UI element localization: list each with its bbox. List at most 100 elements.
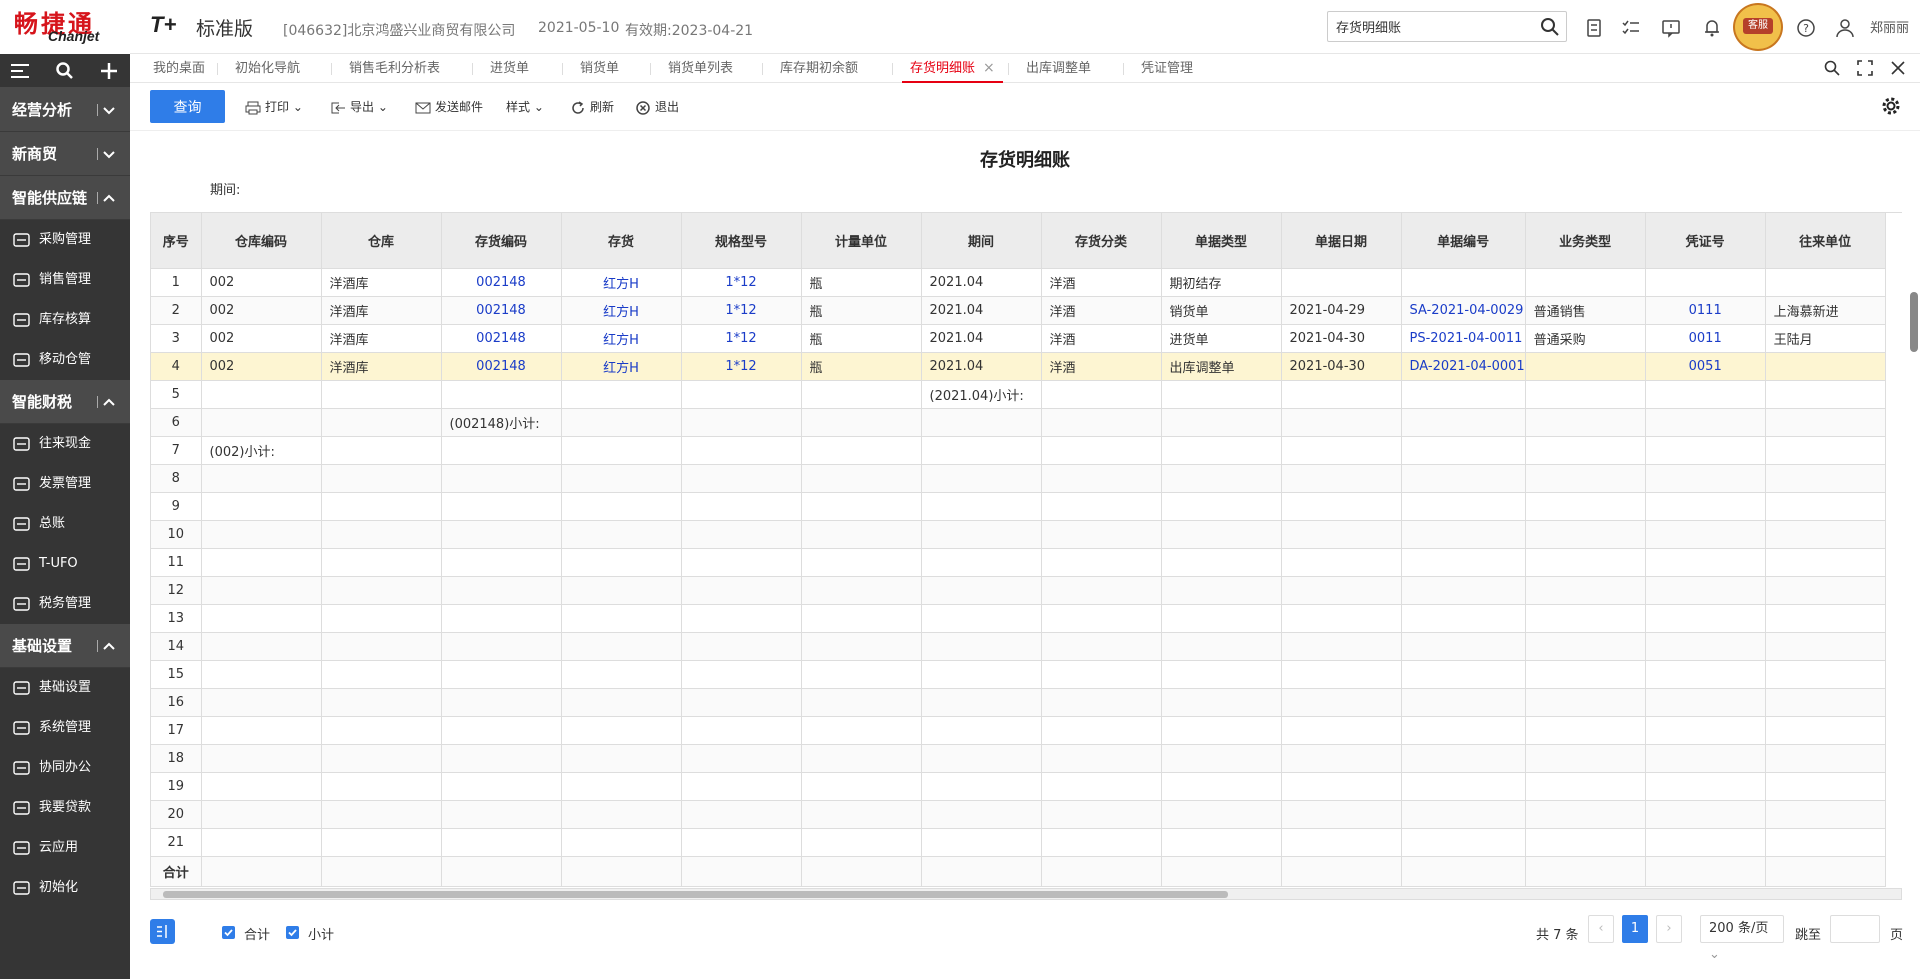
table-row[interactable]: 11	[151, 548, 1886, 577]
table-cell[interactable]: 0111	[1645, 296, 1766, 325]
vertical-scrollbar[interactable]	[1910, 292, 1918, 352]
sidebar-item[interactable]: 采购管理	[0, 220, 130, 260]
column-header[interactable]: 规格型号	[681, 213, 802, 269]
table-row[interactable]: 21	[151, 828, 1886, 857]
global-search-input[interactable]	[1327, 11, 1567, 42]
tab[interactable]: 库存期初余额	[772, 54, 866, 83]
sidebar-section[interactable]: 智能财税	[0, 380, 130, 424]
sidebar-item[interactable]: 云应用	[0, 828, 130, 868]
company-name[interactable]: [046632]北京鸿盛兴业商贸有限公司	[283, 20, 515, 40]
message-icon[interactable]	[1660, 17, 1682, 39]
table-row[interactable]: 20	[151, 800, 1886, 829]
column-header[interactable]: 单据类型	[1161, 213, 1282, 269]
fullscreen-icon[interactable]	[1856, 59, 1874, 77]
sidebar-item[interactable]: 税务管理	[0, 584, 130, 624]
sidebar-section[interactable]: 经营分析	[0, 88, 130, 132]
table-cell[interactable]: 002148	[441, 296, 562, 325]
sidebar-section[interactable]: 智能供应链	[0, 176, 130, 220]
table-cell[interactable]: 002148	[441, 324, 562, 353]
settings-gear-icon[interactable]	[1880, 95, 1902, 117]
table-row[interactable]: 3 002 洋酒库 002148 红方H 1*12 瓶 2021.04 洋酒 进货单 2021-04…	[151, 324, 1886, 353]
table-cell[interactable]: 红方H	[561, 296, 682, 325]
tab[interactable]: 我的桌面	[145, 54, 213, 83]
table-row[interactable]: 1 002 洋酒库 002148 红方H 1*12 瓶 2021.04 洋酒 期初结存	[151, 268, 1886, 297]
table-cell[interactable]: 1*12	[681, 352, 802, 381]
customer-service-avatar[interactable]: 客服	[1733, 3, 1783, 51]
query-button[interactable]: 查询	[150, 90, 225, 123]
tab[interactable]: 销货单列表	[660, 54, 741, 83]
table-cell[interactable]: PS-2021-04-0011	[1401, 324, 1526, 353]
sidebar-section[interactable]: 新商贸	[0, 132, 130, 176]
sidebar-item[interactable]: 我要贷款	[0, 788, 130, 828]
print-button[interactable]: 打印 ⌄	[245, 97, 303, 117]
prev-page-button[interactable]: ‹	[1588, 915, 1614, 943]
table-cell[interactable]: 002148	[441, 268, 562, 297]
column-header[interactable]: 单据日期	[1281, 213, 1402, 269]
column-header[interactable]: 序号	[151, 213, 202, 269]
table-cell[interactable]: 红方H	[561, 324, 682, 353]
style-button[interactable]: 样式 ⌄	[506, 97, 544, 117]
sidebar-item[interactable]: 销售管理	[0, 260, 130, 300]
sidebar-item[interactable]: 初始化	[0, 868, 130, 908]
table-cell[interactable]: 1*12	[681, 268, 802, 297]
table-row[interactable]: 5 (2021.04)小计:	[151, 380, 1886, 409]
table-cell[interactable]: 0011	[1645, 324, 1766, 353]
next-page-button[interactable]: ›	[1656, 915, 1682, 943]
user-icon[interactable]	[1834, 17, 1856, 39]
table-cell[interactable]: SA-2021-04-0029	[1401, 296, 1526, 325]
table-row[interactable]: 10	[151, 520, 1886, 549]
table-row[interactable]: 12	[151, 576, 1886, 605]
sidebar-item[interactable]: 总账	[0, 504, 130, 544]
column-header[interactable]: 往来单位	[1765, 213, 1886, 269]
sidebar-item[interactable]: 基础设置	[0, 668, 130, 708]
close-all-icon[interactable]	[1889, 59, 1907, 77]
sidebar-item[interactable]: 库存核算	[0, 300, 130, 340]
table-row[interactable]: 16	[151, 688, 1886, 717]
table-cell[interactable]: DA-2021-04-0001	[1401, 352, 1526, 381]
subtotal-checkbox[interactable]	[286, 926, 299, 939]
column-settings-icon[interactable]	[150, 919, 175, 944]
jump-page-input[interactable]	[1830, 915, 1880, 943]
sidebar-item[interactable]: 发票管理	[0, 464, 130, 504]
column-header[interactable]: 计量单位	[801, 213, 922, 269]
table-row[interactable]: 7 (002)小计:	[151, 436, 1886, 465]
horizontal-scrollbar[interactable]	[150, 888, 1902, 900]
table-cell[interactable]: 红方H	[561, 352, 682, 381]
export-button[interactable]: 导出 ⌄	[330, 97, 388, 117]
column-header[interactable]: 仓库	[321, 213, 442, 269]
total-checkbox[interactable]	[222, 926, 235, 939]
add-icon[interactable]	[99, 61, 119, 81]
table-row[interactable]: 17	[151, 716, 1886, 745]
column-header[interactable]: 凭证号	[1645, 213, 1766, 269]
table-row[interactable]: 13	[151, 604, 1886, 633]
table-row[interactable]: 18	[151, 744, 1886, 773]
tab[interactable]: 进货单	[482, 54, 537, 83]
tab[interactable]: 存货明细账 ×	[902, 54, 1003, 83]
table-row[interactable]: 14	[151, 632, 1886, 661]
sidebar-item[interactable]: 移动仓管	[0, 340, 130, 380]
scrollbar-thumb[interactable]	[163, 891, 1228, 898]
page-size-select[interactable]: 200 条/页 ⌄	[1700, 915, 1784, 962]
tab[interactable]: 销货单	[572, 54, 627, 83]
menu-toggle-icon[interactable]	[10, 63, 30, 79]
table-cell[interactable]: 0051	[1645, 352, 1766, 381]
table-row[interactable]: 19	[151, 772, 1886, 801]
sidebar-item[interactable]: T-UFO	[0, 544, 130, 584]
column-header[interactable]: 存货分类	[1041, 213, 1162, 269]
close-tab-icon[interactable]: ×	[983, 60, 995, 76]
column-header[interactable]: 存货编码	[441, 213, 562, 269]
table-cell[interactable]: 红方H	[561, 268, 682, 297]
tab[interactable]: 销售毛利分析表	[341, 54, 448, 83]
sidebar-item[interactable]: 往来现金	[0, 424, 130, 464]
table-cell[interactable]: 1*12	[681, 296, 802, 325]
send-email-button[interactable]: 发送邮件	[415, 97, 483, 117]
column-header[interactable]: 存货	[561, 213, 682, 269]
exit-button[interactable]: 退出	[635, 97, 679, 117]
table-row[interactable]: 8	[151, 464, 1886, 493]
column-header[interactable]: 单据编号	[1401, 213, 1526, 269]
calculator-icon[interactable]	[1583, 17, 1605, 39]
tab-search-icon[interactable]	[1823, 59, 1841, 77]
sidebar-item[interactable]: 协同办公	[0, 748, 130, 788]
tab[interactable]: 初始化导航	[227, 54, 308, 83]
sidebar-item[interactable]: 系统管理	[0, 708, 130, 748]
